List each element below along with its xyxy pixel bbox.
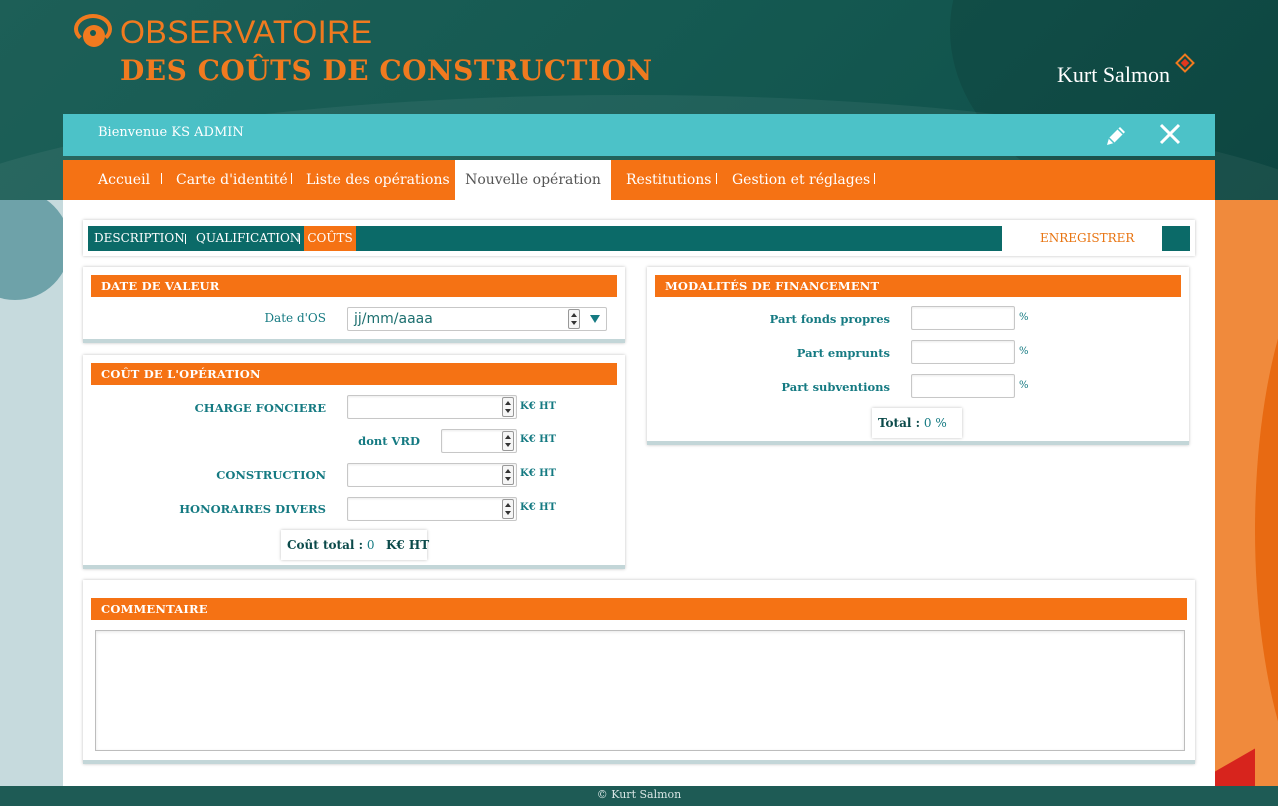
save-button[interactable]: ENREGISTRER xyxy=(1040,226,1134,251)
subtab-separator xyxy=(299,234,300,244)
decoration-shape xyxy=(1255,230,1278,806)
footer-copyright: © Kurt Salmon xyxy=(0,786,1278,806)
subventions-input[interactable] xyxy=(911,374,1015,398)
fonds-propres-unit: % xyxy=(1019,312,1029,323)
nav-gestion-reglages[interactable]: Gestion et réglages xyxy=(732,160,870,200)
logo-title-line2: DES COÛTS DE CONSTRUCTION xyxy=(120,54,653,87)
nav-separator xyxy=(291,173,292,184)
logo-title-line1: OBSERVATOIRE xyxy=(120,14,373,50)
fonds-propres-input[interactable] xyxy=(911,306,1015,330)
cost-total-label: Coût total : xyxy=(287,538,364,552)
dont-vrd-input[interactable] xyxy=(441,429,517,453)
emprunts-unit: % xyxy=(1019,346,1029,357)
date-os-placeholder: jj/mm/aaaa xyxy=(354,311,433,327)
subtab-bar: DESCRIPTION QUALIFICATION COÛTS ENREGIST… xyxy=(83,220,1195,256)
nav-carte-identite[interactable]: Carte d'identité xyxy=(176,160,288,200)
left-decoration xyxy=(0,200,63,806)
date-panel-title: DATE DE VALEUR xyxy=(91,275,617,297)
close-icon[interactable] xyxy=(1157,121,1183,147)
spinner-icon[interactable] xyxy=(502,431,514,451)
nav-liste-operations[interactable]: Liste des opérations xyxy=(306,160,450,200)
dont-vrd-unit: K€ HT xyxy=(520,434,557,445)
nav-separator xyxy=(874,173,875,184)
date-dropdown-icon[interactable] xyxy=(590,315,600,323)
nav-accueil[interactable]: Accueil xyxy=(98,160,150,200)
pencil-icon xyxy=(1107,127,1125,145)
construction-label: CONSTRUCTION xyxy=(216,468,326,482)
date-os-label: Date d'OS xyxy=(264,311,326,325)
charge-fonciere-label: CHARGE FONCIERE xyxy=(194,401,326,415)
cost-total: Coût total : 0 K€ HT xyxy=(281,530,430,560)
nav-separator xyxy=(161,173,162,184)
subventions-label: Part subventions xyxy=(781,380,890,394)
construction-unit: K€ HT xyxy=(520,468,557,479)
spinner-icon[interactable] xyxy=(502,499,514,519)
comment-panel: COMMENTAIRE xyxy=(83,580,1195,764)
cost-panel: COÛT DE L'OPÉRATION CHARGE FONCIERE K€ H… xyxy=(83,355,625,569)
fonds-propres-label: Part fonds propres xyxy=(769,312,890,326)
date-spinner-icon[interactable] xyxy=(568,309,580,329)
decoration-shape xyxy=(0,200,63,300)
subtab-separator xyxy=(185,234,186,244)
welcome-bar: Bienvenue KS ADMIN xyxy=(63,114,1215,156)
nav-separator xyxy=(716,173,717,184)
finance-panel: MODALITÉS DE FINANCEMENT Part fonds prop… xyxy=(647,267,1189,445)
charge-fonciere-unit: K€ HT xyxy=(520,401,557,412)
welcome-text: Bienvenue KS ADMIN xyxy=(98,125,244,140)
comment-panel-title: COMMENTAIRE xyxy=(91,598,1187,620)
emprunts-label: Part emprunts xyxy=(796,346,890,360)
subtab-couts[interactable]: COÛTS xyxy=(304,226,356,251)
cost-panel-title: COÛT DE L'OPÉRATION xyxy=(91,363,617,385)
eye-pupil-icon xyxy=(83,25,105,47)
charge-fonciere-input[interactable] xyxy=(347,395,517,419)
date-os-input[interactable]: jj/mm/aaaa xyxy=(347,307,607,331)
finance-total-value: 0 % xyxy=(923,416,947,430)
construction-input[interactable] xyxy=(347,463,517,487)
subtab-strip: DESCRIPTION QUALIFICATION COÛTS xyxy=(88,226,1002,251)
right-decoration xyxy=(1215,200,1278,806)
nav-restitutions[interactable]: Restitutions xyxy=(626,160,712,200)
cost-total-unit: K€ HT xyxy=(385,538,430,552)
brand-logo: Kurt Salmon xyxy=(1057,62,1171,87)
date-panel: DATE DE VALEUR Date d'OS jj/mm/aaaa xyxy=(83,267,625,343)
nav-nouvelle-operation[interactable]: Nouvelle opération xyxy=(455,160,611,200)
comment-textarea[interactable] xyxy=(95,630,1185,751)
honoraires-input[interactable] xyxy=(347,497,517,521)
subtab-qualification[interactable]: QUALIFICATION xyxy=(196,226,300,251)
dont-vrd-label: dont VRD xyxy=(358,434,420,448)
honoraires-unit: K€ HT xyxy=(520,502,557,513)
main-content: DESCRIPTION QUALIFICATION COÛTS ENREGIST… xyxy=(63,200,1215,786)
spinner-icon[interactable] xyxy=(502,397,514,417)
main-nav: Accueil Carte d'identité Liste des opéra… xyxy=(63,160,1215,200)
emprunts-input[interactable] xyxy=(911,340,1015,364)
edit-pencil-icon[interactable] xyxy=(1103,123,1129,149)
save-button-box[interactable] xyxy=(1162,226,1190,251)
subventions-unit: % xyxy=(1019,380,1029,391)
finance-total-label: Total : xyxy=(878,416,921,430)
finance-panel-title: MODALITÉS DE FINANCEMENT xyxy=(655,275,1181,297)
subtab-description[interactable]: DESCRIPTION xyxy=(94,226,185,251)
spinner-icon[interactable] xyxy=(502,465,514,485)
close-x-icon xyxy=(1159,123,1181,145)
cost-total-value: 0 xyxy=(366,538,375,552)
finance-total: Total : 0 % xyxy=(872,408,962,438)
honoraires-label: HONORAIRES DIVERS xyxy=(179,502,326,516)
